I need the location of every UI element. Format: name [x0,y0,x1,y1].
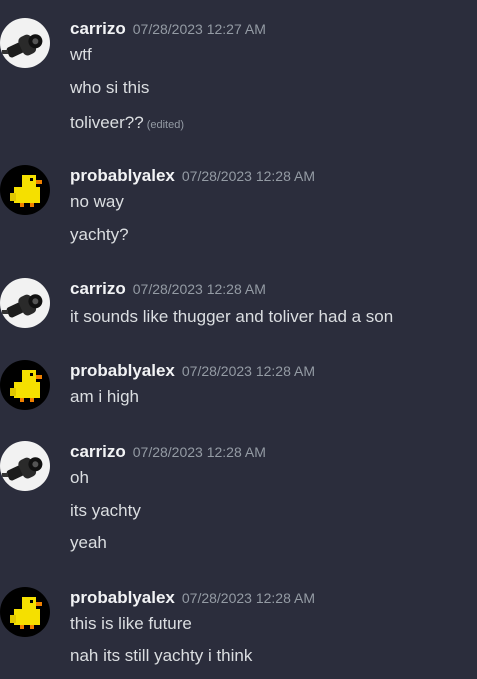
message-text: its yachty [70,501,141,520]
user-avatar[interactable] [0,278,50,328]
message-text: yeah [70,533,107,552]
duck-avatar-icon [0,587,50,637]
username[interactable]: probablyalex [70,361,175,380]
message-header: carrizo 07/28/2023 12:28 AM [70,441,266,464]
camera-avatar-icon [0,278,50,328]
message-text: it sounds like thugger and toliver had a… [70,307,394,326]
message-text-content: toliveer?? [70,113,144,132]
timestamp: 07/28/2023 12:28 AM [132,281,266,297]
username[interactable]: carrizo [70,279,126,298]
username[interactable]: carrizo [70,19,126,38]
message-text: who si this [70,77,149,99]
user-avatar[interactable] [0,360,50,410]
message-header: carrizo 07/28/2023 12:27 AM [70,18,266,41]
message-header: probablyalex 07/28/2023 12:28 AM [70,165,315,188]
timestamp: 07/28/2023 12:28 AM [181,168,315,184]
message-text: wtf [70,45,92,64]
user-avatar[interactable] [0,441,50,491]
message-text: oh [70,468,89,487]
user-avatar[interactable] [0,587,50,637]
camera-avatar-icon [0,441,50,491]
message-text: nah its still yachty i think [70,646,253,665]
message-text: this is like future [70,614,192,633]
timestamp: 07/28/2023 12:28 AM [132,444,266,460]
message-text: no way [70,192,124,211]
message-text: toliveer?? (edited) [70,112,184,136]
duck-avatar-icon [0,360,50,410]
timestamp: 07/28/2023 12:28 AM [181,590,315,606]
user-avatar[interactable] [0,165,50,215]
edited-label: (edited) [146,119,185,131]
username[interactable]: probablyalex [70,166,175,185]
message-text: am i high [70,387,139,406]
message-header: probablyalex 07/28/2023 12:28 AM [70,587,315,610]
camera-avatar-icon [0,18,50,68]
username[interactable]: carrizo [70,442,126,461]
username[interactable]: probablyalex [70,588,175,607]
timestamp: 07/28/2023 12:28 AM [181,363,315,379]
message-header: carrizo 07/28/2023 12:28 AM [70,278,266,301]
user-avatar[interactable] [0,18,50,68]
message-header: probablyalex 07/28/2023 12:28 AM [70,360,315,383]
message-text-content: who si this [70,78,150,97]
duck-avatar-icon [0,165,50,215]
timestamp: 07/28/2023 12:27 AM [132,21,266,37]
message-text: yachty? [70,225,129,244]
